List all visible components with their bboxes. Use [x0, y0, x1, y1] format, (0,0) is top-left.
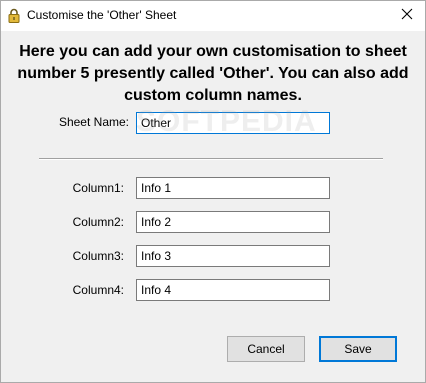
- column1-input[interactable]: [136, 177, 330, 199]
- window-title: Customise the 'Other' Sheet: [27, 8, 177, 22]
- sheet-name-input[interactable]: [136, 112, 330, 134]
- column4-label: Column4:: [72, 283, 124, 297]
- column2-input[interactable]: [136, 211, 330, 233]
- column4-input[interactable]: [136, 279, 330, 301]
- sheet-name-label: Sheet Name:: [58, 115, 129, 129]
- dialog-window: Customise the 'Other' Sheet Here you can…: [0, 0, 426, 383]
- save-button[interactable]: Save: [319, 336, 397, 362]
- column3-input[interactable]: [136, 245, 330, 267]
- column2-label: Column2:: [72, 215, 124, 229]
- column3-label: Column3:: [72, 249, 124, 263]
- close-icon: [401, 8, 413, 23]
- close-button[interactable]: [389, 1, 425, 30]
- title-bar[interactable]: Customise the 'Other' Sheet: [1, 1, 425, 31]
- cancel-button[interactable]: Cancel: [227, 336, 305, 362]
- divider: [39, 158, 383, 160]
- column1-label: Column1:: [72, 181, 124, 195]
- lock-icon: [8, 8, 20, 23]
- instructions-heading: Here you can add your own customisation …: [17, 43, 409, 104]
